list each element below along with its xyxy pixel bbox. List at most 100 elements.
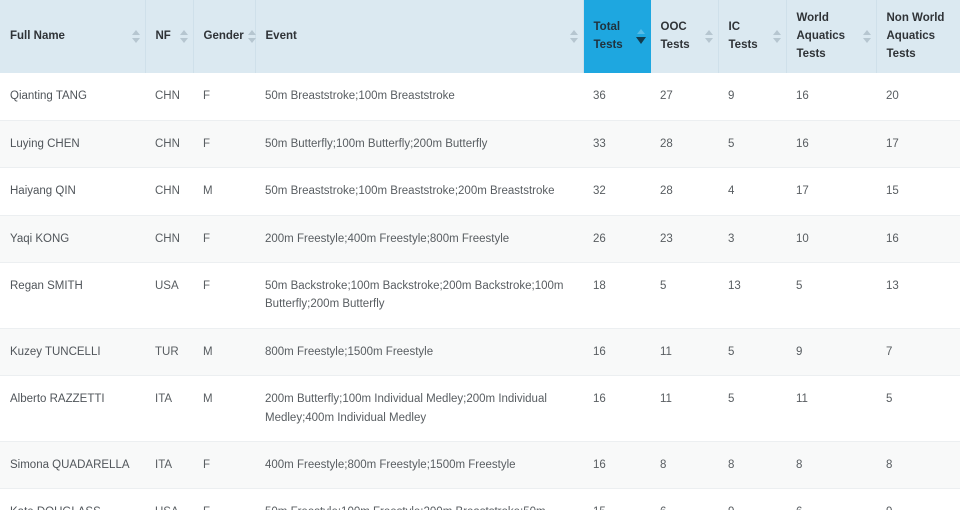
column-header-ooc-tests[interactable]: OOC Tests: [650, 0, 719, 74]
cell-full-name: Luying CHEN: [0, 120, 145, 169]
table-header-row: Full Name NF Gender Event Total Tests OO…: [0, 0, 960, 74]
cell-world-aquatics-tests: 6: [786, 488, 876, 510]
athlete-test-table-container: Full Name NF Gender Event Total Tests OO…: [0, 0, 960, 510]
cell-ic-tests: 9: [718, 73, 786, 121]
cell-gender: F: [193, 73, 255, 121]
sort-toggle-ic-tests[interactable]: [773, 30, 782, 44]
cell-event: 50m Breaststroke;100m Breaststroke: [255, 73, 583, 121]
cell-ic-tests: 5: [718, 375, 786, 442]
cell-ic-tests: 5: [718, 120, 786, 169]
sort-descending-icon: [773, 38, 781, 44]
sort-descending-icon: [570, 38, 578, 44]
cell-total-tests: 18: [583, 262, 650, 329]
cell-nf: CHN: [145, 167, 193, 216]
cell-nf: USA: [145, 488, 193, 510]
sort-ascending-icon: [773, 30, 781, 36]
column-header-event[interactable]: Event: [255, 0, 584, 74]
cell-ic-tests: 13: [718, 262, 786, 329]
cell-non-world-aquatics-tests: 13: [876, 262, 960, 329]
cell-nf: TUR: [145, 328, 193, 377]
cell-total-tests: 16: [583, 328, 650, 377]
sort-descending-icon: [132, 38, 140, 44]
cell-total-tests: 33: [583, 120, 650, 169]
cell-gender: F: [193, 262, 255, 329]
cell-total-tests: 15: [583, 488, 650, 510]
cell-ooc-tests: 11: [650, 375, 718, 442]
cell-event: 50m Backstroke;100m Backstroke;200m Back…: [255, 262, 583, 329]
cell-nf: CHN: [145, 215, 193, 264]
table-row[interactable]: Qianting TANG CHN F 50m Breaststroke;100m B…: [0, 73, 960, 121]
table-row[interactable]: Yaqi KONG CHN F 200m Freestyle;400m Freesty…: [0, 215, 960, 264]
cell-ic-tests: 3: [718, 215, 786, 264]
cell-event: 50m Freestyle;100m Freestyle;200m Breast…: [255, 488, 583, 510]
cell-event: 400m Freestyle;800m Freestyle;1500m Free…: [255, 441, 583, 490]
column-header-full-name[interactable]: Full Name: [0, 0, 146, 74]
cell-non-world-aquatics-tests: 17: [876, 120, 960, 169]
cell-ic-tests: 4: [718, 167, 786, 216]
table-row[interactable]: Kate DOUGLASSUSAF50m Freestyle;100m Free…: [0, 488, 960, 510]
cell-non-world-aquatics-tests: 15: [876, 167, 960, 216]
cell-nf: ITA: [145, 441, 193, 490]
sort-descending-icon: [705, 38, 713, 44]
column-header-world-aquatics-tests[interactable]: World Aquatics Tests: [786, 0, 877, 74]
column-header-ic-tests-label: IC Tests: [728, 20, 758, 51]
cell-non-world-aquatics-tests: 5: [876, 375, 960, 442]
table-row[interactable]: Haiyang QIN CHN M 50m Breaststroke;100m Bre…: [0, 167, 960, 216]
table-row[interactable]: Luying CHEN CHN F 50m Butterfly;100m Butter…: [0, 120, 960, 169]
sort-toggle-full-name[interactable]: [132, 30, 141, 44]
cell-non-world-aquatics-tests: 8: [876, 441, 960, 490]
sort-descending-icon: [180, 38, 188, 44]
column-header-total-tests-label: Total Tests: [593, 20, 623, 51]
table-row[interactable]: Regan SMITH USA F 50m Backstroke;100m Backs…: [0, 262, 960, 329]
cell-ooc-tests: 11: [650, 328, 718, 377]
cell-full-name: Yaqi KONG: [0, 215, 145, 264]
cell-nf: USA: [145, 262, 193, 329]
cell-ooc-tests: 23: [650, 215, 718, 264]
cell-world-aquatics-tests: 5: [786, 262, 876, 329]
cell-nf: ITA: [145, 375, 193, 442]
cell-nf: CHN: [145, 120, 193, 169]
cell-full-name: Haiyang QIN: [0, 167, 145, 216]
sort-toggle-event[interactable]: [570, 30, 579, 44]
cell-gender: M: [193, 328, 255, 377]
column-header-ooc-tests-label: OOC Tests: [660, 20, 690, 51]
cell-ic-tests: 5: [718, 328, 786, 377]
column-header-non-world-aquatics-tests[interactable]: Non World Aquatics Tests: [876, 0, 960, 74]
sort-descending-icon-active: [636, 37, 646, 45]
sort-toggle-nf[interactable]: [180, 30, 189, 44]
column-header-gender[interactable]: Gender: [193, 0, 257, 74]
cell-gender: F: [193, 441, 255, 490]
column-header-total-tests[interactable]: Total Tests: [583, 0, 651, 74]
cell-event: 200m Freestyle;400m Freestyle;800m Frees…: [255, 215, 583, 264]
column-header-world-aquatics-tests-label: World Aquatics Tests: [796, 12, 846, 60]
cell-total-tests: 16: [583, 441, 650, 490]
cell-ooc-tests: 28: [650, 167, 718, 216]
sort-ascending-icon: [637, 29, 645, 35]
sort-toggle-ooc-tests[interactable]: [705, 30, 714, 44]
cell-world-aquatics-tests: 17: [786, 167, 876, 216]
cell-world-aquatics-tests: 16: [786, 120, 876, 169]
table-row[interactable]: Simona QUADARELLA ITA F 400m Freestyle;800m…: [0, 441, 960, 490]
sort-toggle-total-tests[interactable]: [636, 29, 646, 45]
cell-event: 200m Butterfly;100m Individual Medley;20…: [255, 375, 583, 442]
cell-gender: F: [193, 120, 255, 169]
table-row[interactable]: Alberto RAZZETTI ITA M 200m Butterfly;100m …: [0, 375, 960, 442]
sort-ascending-icon: [570, 30, 578, 36]
sort-toggle-world-aquatics-tests[interactable]: [863, 30, 872, 44]
cell-total-tests: 32: [583, 167, 650, 216]
sort-ascending-icon: [132, 30, 140, 36]
table-row[interactable]: Kuzey TUNCELLI TUR M 800m Freestyle;1500m F…: [0, 328, 960, 377]
sort-ascending-icon: [705, 30, 713, 36]
cell-gender: F: [193, 488, 255, 510]
cell-ooc-tests: 28: [650, 120, 718, 169]
cell-full-name: Simona QUADARELLA: [0, 441, 145, 490]
cell-ic-tests: 9: [718, 488, 786, 510]
column-header-ic-tests[interactable]: IC Tests: [718, 0, 787, 74]
table-body: Qianting TANG CHN F 50m Breaststroke;100m B…: [0, 73, 960, 510]
cell-event: 50m Butterfly;100m Butterfly;200m Butter…: [255, 120, 583, 169]
column-header-event-label: Event: [265, 29, 297, 42]
cell-world-aquatics-tests: 11: [786, 375, 876, 442]
cell-full-name: Kuzey TUNCELLI: [0, 328, 145, 377]
column-header-nf[interactable]: NF: [145, 0, 194, 74]
column-header-gender-label: Gender: [203, 29, 244, 42]
